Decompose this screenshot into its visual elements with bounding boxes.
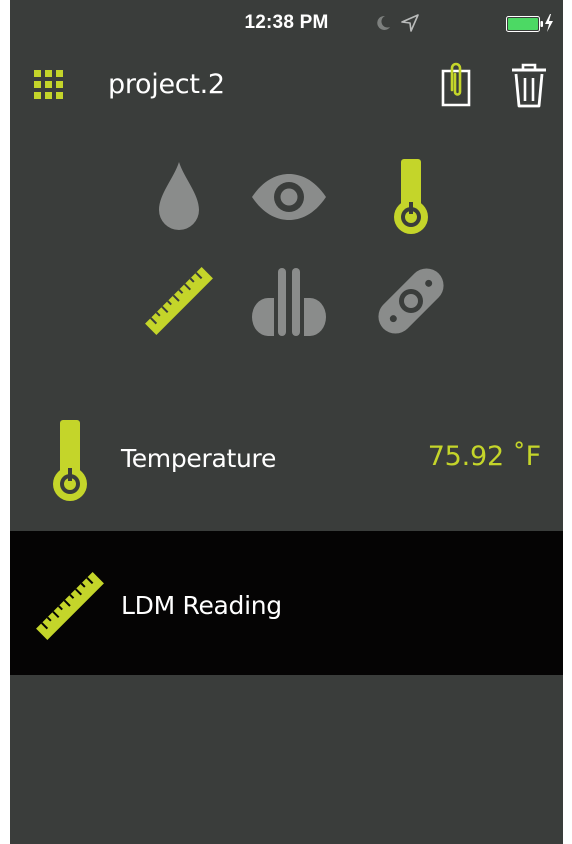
ldm-ruler-icon bbox=[145, 267, 213, 335]
reading-label: Temperature bbox=[121, 444, 277, 473]
project-title: project.2 bbox=[108, 69, 225, 100]
reading-value: 75.92 ˚F bbox=[427, 441, 542, 472]
moisture-drop-icon bbox=[159, 162, 199, 230]
tool-pin[interactable] bbox=[244, 256, 334, 346]
charging-bolt-icon bbox=[545, 14, 553, 32]
thermometer-icon bbox=[394, 159, 428, 234]
pin-probe-icon bbox=[252, 268, 326, 336]
tool-pad[interactable] bbox=[366, 256, 456, 346]
ldm-ruler-icon bbox=[36, 572, 104, 640]
reading-row-temperature[interactable]: Temperature 75.92 ˚F bbox=[10, 388, 563, 532]
battery-icon bbox=[506, 16, 543, 32]
pinless-pad-icon bbox=[378, 268, 444, 334]
grid-icon[interactable] bbox=[32, 68, 66, 102]
tool-temperature[interactable] bbox=[366, 152, 456, 242]
trash-icon[interactable] bbox=[510, 61, 548, 109]
moon-icon bbox=[377, 15, 390, 30]
status-bar: 12:38 PM bbox=[10, 0, 563, 46]
tool-ldm[interactable] bbox=[134, 256, 224, 346]
clipboard-icon[interactable] bbox=[438, 62, 474, 108]
tool-infrared[interactable] bbox=[244, 152, 334, 242]
infrared-eye-icon bbox=[252, 174, 326, 220]
app-screen: 12:38 PM project.2 Temperature 75.92 ˚F … bbox=[10, 0, 563, 844]
location-arrow-icon bbox=[401, 14, 419, 32]
tool-moisture[interactable] bbox=[134, 152, 224, 242]
reading-label: LDM Reading bbox=[121, 591, 282, 620]
reading-row-ldm[interactable]: LDM Reading bbox=[10, 531, 563, 675]
header-bar: project.2 bbox=[10, 52, 563, 122]
status-time: 12:38 PM bbox=[244, 12, 329, 33]
thermometer-icon bbox=[53, 420, 87, 501]
